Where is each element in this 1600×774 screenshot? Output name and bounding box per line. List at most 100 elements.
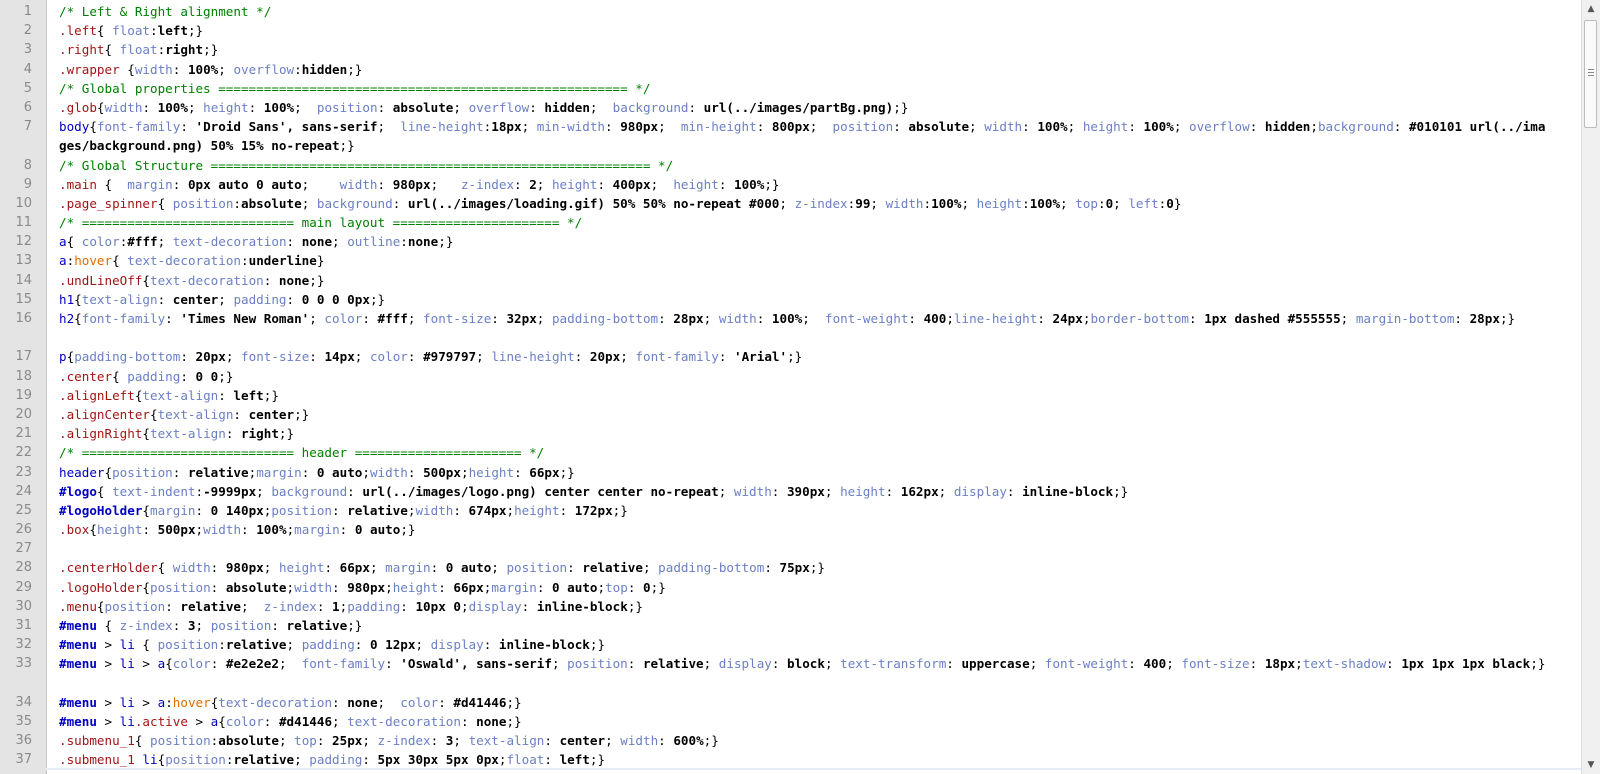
css-property: z-index: [263, 598, 317, 614]
code-line[interactable]: 26 .box{height: 500px;width: 100%;margin:…: [0, 520, 1582, 539]
code-line[interactable]: 6 .glob{width: 100%; height: 100%; positi…: [0, 98, 1582, 117]
code-line[interactable]: 11 /* ============================ main l…: [0, 213, 1582, 232]
scroll-down-icon[interactable]: ▼: [1582, 756, 1600, 774]
code-line[interactable]: 16 h2{font-family: 'Times New Roman'; col…: [0, 309, 1582, 347]
code-line[interactable]: 20 .alignCenter{text-align: center;}: [0, 405, 1582, 424]
code-text[interactable]: [46, 539, 1582, 558]
code-text[interactable]: .alignCenter{text-align: center;}: [46, 405, 1582, 424]
code-text[interactable]: .left{ float:left;}: [46, 21, 1582, 40]
code-line[interactable]: 24 #logo{ text-indent:-9999px; background…: [0, 482, 1582, 501]
punctuation: {: [119, 61, 135, 77]
code-text[interactable]: .alignRight{text-align: right;}: [46, 424, 1582, 443]
css-value: 66px: [339, 560, 370, 576]
code-line[interactable]: 30 .menu{position: relative; z-index: 1; p…: [0, 597, 1582, 616]
code-line[interactable]: 29 .logoHolder{position: absolute;width: …: [0, 578, 1582, 597]
code-line[interactable]: 15 h1{text-align: center; padding: 0 0 0 …: [0, 290, 1582, 309]
code-line[interactable]: 31 #menu { z-index: 3; position: relative…: [0, 616, 1582, 635]
code-text[interactable]: .center{ padding: 0 0;}: [46, 367, 1582, 386]
code-line[interactable]: 7 body{font-family: 'Droid Sans', sans-se…: [0, 117, 1582, 155]
code-text[interactable]: #menu > li.active > a{color: #d41446; te…: [46, 712, 1582, 731]
class-selector: .right: [59, 42, 105, 58]
line-number: 10: [15, 195, 32, 211]
code-text[interactable]: .main { margin: 0px auto 0 auto; width: …: [46, 175, 1582, 194]
css-value: 162px: [900, 483, 939, 499]
code-text[interactable]: p{padding-bottom: 20px; font-size: 14px;…: [46, 347, 1582, 366]
code-line[interactable]: 19 .alignLeft{text-align: left;}: [0, 386, 1582, 405]
code-text[interactable]: #logo{ text-indent:-9999px; background: …: [46, 482, 1582, 501]
code-line[interactable]: 8 /* Global Structure ===================…: [0, 156, 1582, 175]
code-text[interactable]: .submenu_1{ position: absolute; top: 25px…: [46, 731, 1582, 750]
punctuation: {: [142, 502, 150, 518]
code-text[interactable]: .logoHolder{position: absolute;width: 98…: [46, 578, 1582, 597]
code-line[interactable]: 27: [0, 539, 1582, 558]
code-line[interactable]: 2 .left{ float:left;}: [0, 21, 1582, 40]
code-text[interactable]: a:hover{ text-decoration:underline}: [46, 251, 1582, 270]
code-text[interactable]: .wrapper {width: 100%; overflow:hidden;}: [46, 60, 1582, 79]
code-line[interactable]: 10 .page_spinner{ position:absolute; back…: [0, 194, 1582, 213]
code-text[interactable]: #menu > li > a{color: #e2e2e2; font-fami…: [46, 654, 1582, 692]
code-text[interactable]: #menu > li > a:hover{text-decoration: no…: [46, 693, 1582, 712]
code-line[interactable]: 4 .wrapper {width: 100%; overflow:hidden;…: [0, 60, 1582, 79]
code-text[interactable]: #logoHolder{margin: 0 140px; position: re…: [46, 501, 1582, 520]
code-text[interactable]: #menu { z-index: 3; position: relative;}: [46, 616, 1582, 635]
css-value: center: [248, 406, 295, 422]
punctuation: :: [165, 311, 181, 327]
code-line[interactable]: 3 .right{ float:right;}: [0, 40, 1582, 59]
code-text[interactable]: h1{text-align: center; padding: 0 0 0 0p…: [46, 290, 1582, 309]
code-line[interactable]: 32 #menu > li { position:relative; paddin…: [0, 635, 1582, 654]
css-value: absolute: [218, 733, 279, 749]
code-line[interactable]: 17 p{padding-bottom: 20px; font-size: 14p…: [0, 347, 1582, 366]
code-text[interactable]: /* Left & Right alignment */: [46, 2, 1582, 21]
code-text[interactable]: .page_spinner{ position:absolute; backgr…: [46, 194, 1582, 213]
code-line[interactable]: 25 #logoHolder{margin: 0 140px; position: …: [0, 501, 1582, 520]
code-editor[interactable]: 1/* Left & Right alignment */2 .left{ flo…: [0, 0, 1582, 774]
css-property: min-width: [536, 119, 606, 135]
code-line[interactable]: 37 .submenu_1 li{position:relative; paddi…: [0, 750, 1582, 770]
code-line[interactable]: 21 .alignRight{text-align: right;}: [0, 424, 1582, 443]
code-text[interactable]: .undLineOff{text-decoration: none;}: [46, 271, 1582, 290]
code-line[interactable]: 23 header{position: relative; margin: 0 au…: [0, 463, 1582, 482]
code-text[interactable]: #menu > li { position:relative; padding:…: [46, 635, 1582, 654]
code-text[interactable]: body{font-family: 'Droid Sans', sans-ser…: [46, 117, 1582, 155]
code-line[interactable]: 1 /* Left & Right alignment */: [0, 2, 1582, 21]
code-line[interactable]: 13 a:hover{ text-decoration:underline}: [0, 251, 1582, 270]
css-value: 0 auto: [316, 464, 363, 480]
punctuation: :: [332, 579, 348, 595]
code-line[interactable]: 9 .main { margin: 0px auto 0 auto; width:…: [0, 175, 1582, 194]
code-line[interactable]: 28 .centerHolder{ width: 980px; height: 6…: [0, 558, 1582, 577]
vertical-scrollbar[interactable]: ▲ ▼: [1581, 0, 1600, 774]
code-line[interactable]: 18 .center{ padding: 0 0;}: [0, 367, 1582, 386]
code-text[interactable]: .box{height: 500px;width: 100%;margin: 0…: [46, 520, 1582, 539]
code-text[interactable]: /* Global properties ===================…: [46, 79, 1582, 98]
css-value: 2: [529, 176, 537, 192]
code-line[interactable]: 5 /* Global properties ==================…: [0, 79, 1582, 98]
class-selector: .alignRight: [59, 426, 143, 442]
code-line[interactable]: 14 .undLineOff{text-decoration: none;}: [0, 271, 1582, 290]
scroll-up-icon[interactable]: ▲: [1582, 0, 1600, 18]
code-line[interactable]: 35 #menu > li.active > a{color: #d41446; …: [0, 712, 1582, 731]
punctuation: :: [241, 522, 257, 538]
code-text[interactable]: /* ============================ main lay…: [46, 213, 1582, 232]
code-line[interactable]: 34 #menu > li > a:hover{text-decoration: …: [0, 693, 1582, 712]
code-line[interactable]: 33 #menu > li > a{color: #e2e2e2; font-fa…: [0, 654, 1582, 692]
punctuation: {: [104, 464, 113, 480]
code-text[interactable]: .centerHolder{ width: 980px; height: 66p…: [46, 558, 1582, 577]
code-text[interactable]: header{position: relative; margin: 0 auto…: [46, 463, 1582, 482]
code-line[interactable]: 22 /* ============================ header…: [0, 443, 1582, 462]
code-text[interactable]: .alignLeft{text-align: left;}: [46, 386, 1582, 405]
code-text[interactable]: .menu{position: relative; z-index: 1; pad…: [46, 597, 1582, 616]
code-text[interactable]: h2{font-family: 'Times New Roman'; color…: [46, 309, 1582, 347]
code-text[interactable]: a{ color: #fff; text-decoration: none; ou…: [46, 232, 1582, 251]
punctuation: {: [142, 272, 150, 288]
code-text[interactable]: .right{ float:right;}: [46, 40, 1582, 59]
punctuation: ;: [286, 637, 302, 653]
css-property: text-decoration: [172, 234, 287, 250]
code-text[interactable]: /* ============================ header =…: [46, 443, 1582, 462]
code-line[interactable]: 36 .submenu_1{ position: absolute; top: 25…: [0, 731, 1582, 750]
code-text[interactable]: .glob{width: 100%; height: 100%; positio…: [46, 98, 1582, 117]
css-value: 32px: [506, 311, 537, 327]
code-text[interactable]: .submenu_1 li{position:relative; padding…: [46, 750, 1582, 770]
scroll-thumb[interactable]: [1584, 20, 1597, 128]
code-text[interactable]: /* Global Structure ====================…: [46, 156, 1582, 175]
code-line[interactable]: 12 a{ color: #fff; text-decoration: none; …: [0, 232, 1582, 251]
